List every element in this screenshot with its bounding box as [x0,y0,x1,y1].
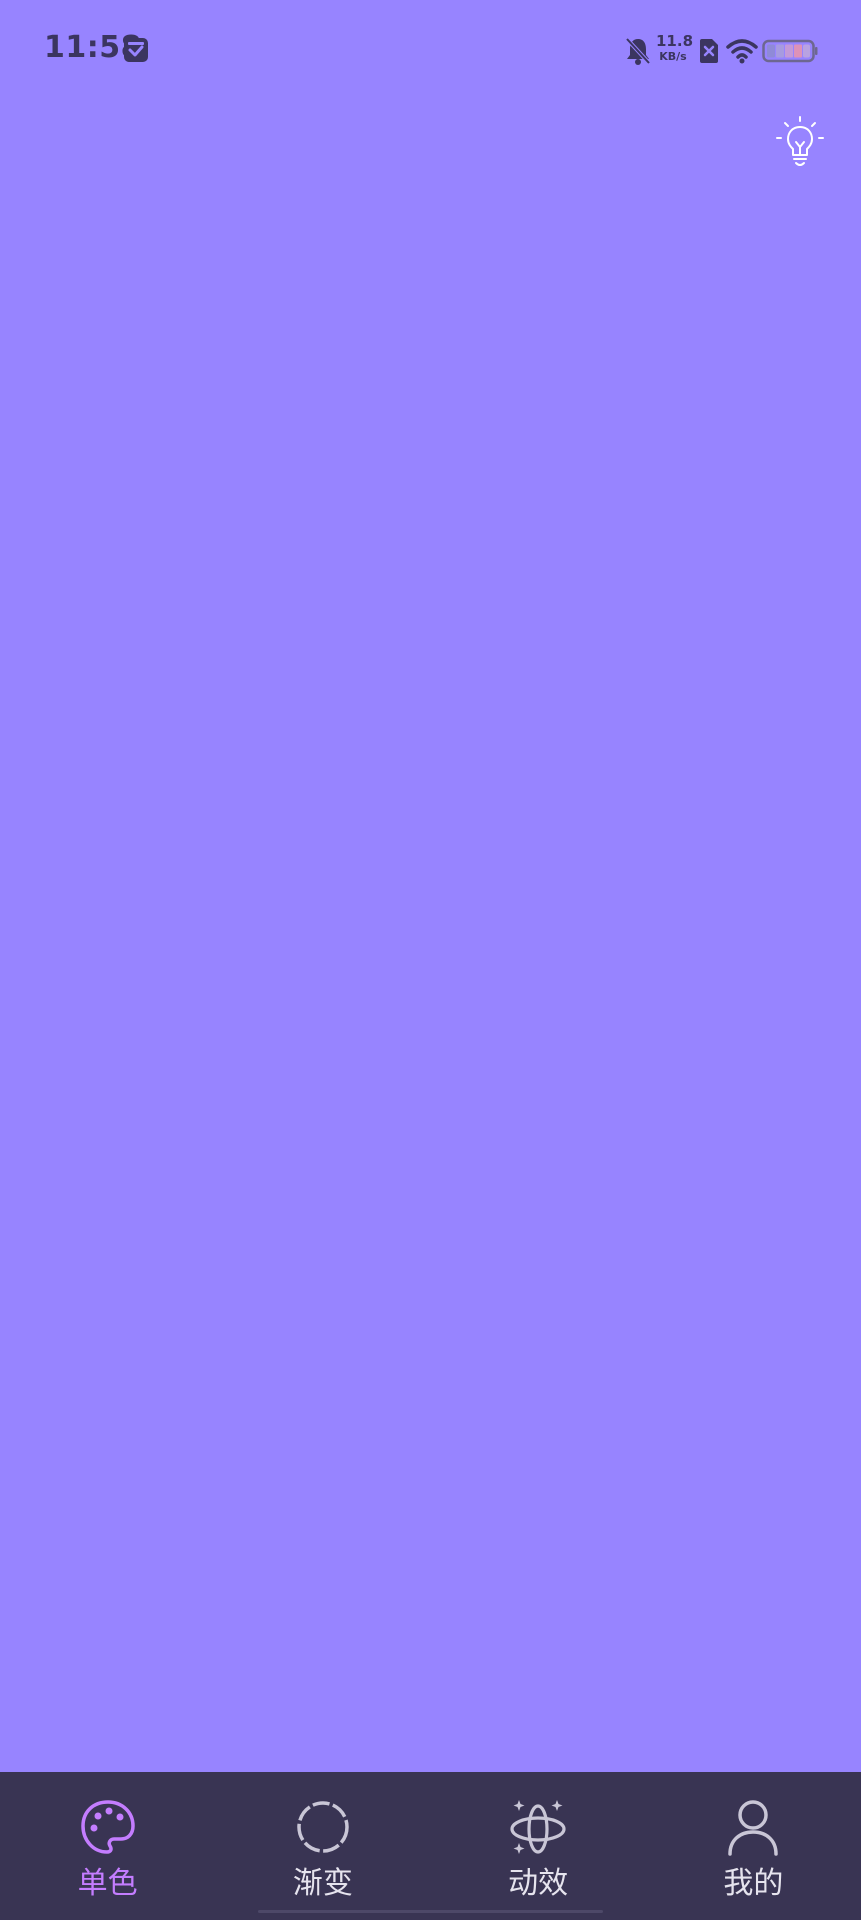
nav-tab-mine[interactable]: 我的 [646,1772,861,1920]
bottom-navigation: 单色 渐变 动效 我的 [0,1772,861,1920]
network-speed: 11.8 KB/s [656,32,694,63]
app-notification-icon [124,38,148,62]
nav-label-solid-color: 单色 [77,1866,138,1901]
status-bar: 11:58 11.8 KB/s [0,0,861,100]
nav-label-mine: 我的 [723,1866,784,1901]
nav-tab-solid-color[interactable]: 单色 [0,1772,215,1920]
battery-icon [762,39,818,63]
network-speed-unit: KB/s [659,50,687,63]
wifi-icon [726,39,758,64]
nav-label-animation: 动效 [508,1866,569,1901]
lightbulb-icon[interactable] [775,116,825,170]
color-screen: 11:58 11.8 KB/s 单色 渐变 动效 我的 [0,0,861,1920]
nav-tab-animation[interactable]: 动效 [431,1772,646,1920]
user-icon [728,1800,779,1856]
network-speed-value: 11.8 [656,32,694,50]
nav-label-gradient: 渐变 [292,1866,353,1901]
mute-bell-icon [625,37,651,65]
nav-tab-gradient[interactable]: 渐变 [215,1772,430,1920]
sim-error-icon [700,39,718,63]
home-indicator[interactable] [258,1910,603,1913]
orbit-sparkle-icon [510,1800,566,1854]
palette-icon [80,1800,135,1854]
dashed-circle-icon [297,1801,349,1853]
